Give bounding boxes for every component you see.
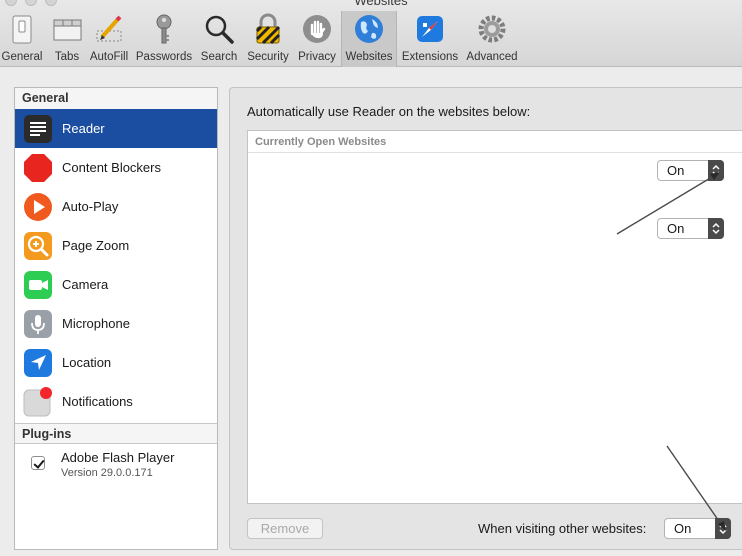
plugin-version: Version 29.0.0.171	[61, 467, 153, 479]
gear-icon	[478, 15, 506, 43]
content-blockers-icon	[24, 153, 52, 182]
window-title: Websites	[354, 0, 408, 8]
toolbar-tabs-label: Tabs	[54, 51, 80, 63]
plugin-enabled-checkbox[interactable]	[31, 456, 45, 470]
toolbar-privacy-label: Privacy	[298, 51, 336, 63]
toolbar-websites-label: Websites	[345, 51, 393, 63]
privacy-hand-icon	[303, 15, 331, 43]
sidebar-item-label: Camera	[62, 277, 109, 292]
sidebar-general-heading: General	[15, 88, 217, 109]
sidebar-item-location[interactable]: Location	[15, 343, 217, 382]
tabs-icon	[53, 19, 82, 41]
globe-icon	[355, 15, 383, 43]
sidebar-plugins-heading: Plug-ins	[15, 423, 217, 444]
sidebar-item-label: Page Zoom	[62, 238, 130, 253]
toolbar-search-label: Search	[200, 51, 238, 63]
list-section-header: Currently Open Websites	[248, 131, 742, 153]
page-zoom-icon	[24, 231, 52, 260]
reader-icon	[24, 114, 52, 143]
websites-list[interactable]: Currently Open Websites On On	[247, 130, 742, 504]
toolbar-passwords[interactable]: Passwords	[134, 11, 194, 67]
sidebar-item-label: Microphone	[62, 316, 130, 331]
sidebar-item-notifications[interactable]: Notifications	[15, 382, 217, 421]
site-setting-popup[interactable]: On	[657, 218, 724, 239]
toolbar-general[interactable]: General	[0, 11, 44, 67]
toolbar-advanced-label: Advanced	[466, 51, 518, 63]
key-icon	[156, 14, 172, 44]
toolbar-security-label: Security	[247, 51, 289, 63]
sidebar-item-reader[interactable]: Reader	[15, 109, 217, 148]
sidebar-item-label: Notifications	[62, 394, 133, 409]
general-switch-icon	[12, 15, 32, 44]
panel-description: Automatically use Reader on the websites…	[247, 104, 531, 119]
other-websites-label: When visiting other websites:	[478, 521, 647, 536]
chevron-updown-icon	[715, 518, 731, 539]
autofill-pencil-icon	[96, 15, 122, 42]
sidebar-item-page-zoom[interactable]: Page Zoom	[15, 226, 217, 265]
sidebar-item-label: Auto-Play	[62, 199, 119, 214]
microphone-icon	[24, 309, 52, 338]
sidebar-item-label: Content Blockers	[62, 160, 161, 175]
sidebar-item-label: Reader	[62, 121, 105, 136]
sidebar-item-content-blockers[interactable]: Content Blockers	[15, 148, 217, 187]
camera-icon	[24, 270, 52, 299]
remove-button[interactable]: Remove	[247, 518, 323, 539]
toolbar-tabs[interactable]: Tabs	[48, 11, 86, 67]
chevron-updown-icon	[708, 160, 724, 181]
toolbar-extensions[interactable]: Extensions	[399, 11, 461, 67]
toolbar-websites[interactable]: Websites	[341, 11, 397, 67]
popup-value: On	[674, 521, 692, 536]
sidebar-item-label: Location	[62, 355, 112, 370]
notifications-icon	[23, 386, 52, 416]
security-lock-icon	[255, 13, 281, 45]
toolbar-autofill-label: AutoFill	[89, 51, 129, 63]
sidebar-item-microphone[interactable]: Microphone	[15, 304, 217, 343]
toolbar-security[interactable]: Security	[244, 11, 292, 67]
toolbar-advanced[interactable]: Advanced	[464, 11, 520, 67]
plugin-name: Adobe Flash Player	[61, 450, 175, 465]
search-icon	[205, 15, 234, 44]
toolbar-general-label: General	[1, 51, 43, 63]
extensions-icon	[417, 16, 443, 42]
site-setting-popup[interactable]: On	[657, 160, 724, 181]
other-websites-popup[interactable]: On	[664, 518, 731, 539]
settings-sidebar: General Reader Content Blockers Auto-Pla…	[14, 87, 218, 550]
location-icon	[24, 348, 52, 377]
sidebar-item-camera[interactable]: Camera	[15, 265, 217, 304]
popup-value: On	[667, 163, 685, 178]
toolbar-passwords-label: Passwords	[135, 51, 193, 63]
sidebar-item-auto-play[interactable]: Auto-Play	[15, 187, 217, 226]
reader-settings-panel: Automatically use Reader on the websites…	[229, 87, 742, 550]
toolbar-autofill[interactable]: AutoFill	[88, 11, 130, 67]
chevron-updown-icon	[708, 218, 724, 239]
preferences-toolbar: Websites General Tabs AutoFill Passwords…	[0, 0, 742, 67]
auto-play-icon	[24, 192, 52, 221]
toolbar-privacy[interactable]: Privacy	[296, 11, 338, 67]
toolbar-search[interactable]: Search	[198, 11, 240, 67]
popup-value: On	[667, 221, 685, 236]
plugin-item-flash[interactable]: Adobe Flash Player Version 29.0.0.171	[15, 444, 217, 479]
toolbar-extensions-label: Extensions	[401, 51, 459, 63]
